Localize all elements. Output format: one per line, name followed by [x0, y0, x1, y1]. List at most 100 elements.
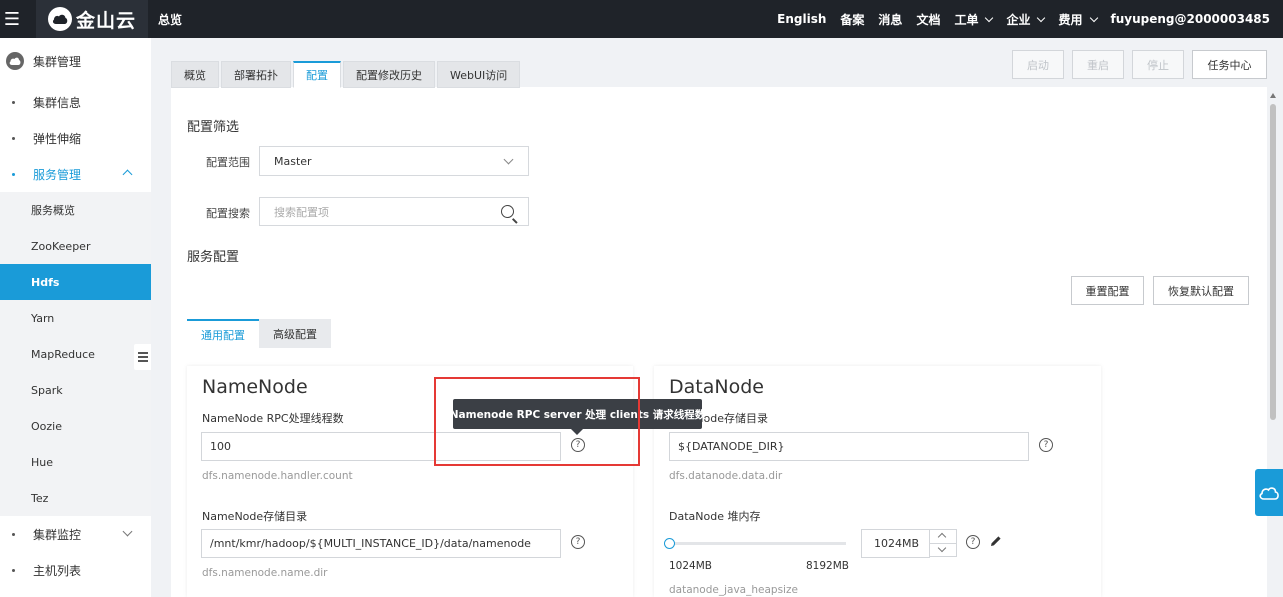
reset-config-button[interactable]: 重置配置: [1071, 276, 1144, 305]
heap-size-input[interactable]: 1024MB: [861, 529, 930, 558]
edit-icon[interactable]: [990, 535, 1002, 547]
sidebar-subitem-hue[interactable]: Hue: [0, 444, 151, 480]
sidebar-header[interactable]: 集群管理: [0, 38, 151, 84]
sidebar-subitem-oozie[interactable]: Oozie: [0, 408, 151, 444]
tab-overview[interactable]: 概览: [171, 61, 219, 88]
heap-stepper[interactable]: [929, 529, 957, 557]
bullet-icon: [12, 137, 15, 140]
chevron-up-icon: [937, 532, 947, 542]
chevron-down-icon: [937, 543, 947, 553]
sidebar-item-label: 集群监控: [33, 527, 82, 542]
task-center-button[interactable]: 任务中心: [1192, 50, 1267, 79]
billing-label: 费用: [1058, 12, 1083, 27]
sidebar-collapse-toggle[interactable]: [134, 344, 151, 370]
tab-general-config[interactable]: 通用配置: [187, 319, 259, 348]
sidebar-subitem-hdfs[interactable]: Hdfs: [0, 264, 151, 300]
billing-menu[interactable]: 费用: [1051, 11, 1103, 28]
tab-topology[interactable]: 部署拓扑: [221, 61, 291, 88]
overview-link[interactable]: 总览: [158, 11, 182, 28]
sidebar-subitem-mapreduce[interactable]: MapReduce: [0, 336, 151, 372]
scope-select[interactable]: Master: [259, 146, 529, 176]
tab-config-history[interactable]: 配置修改历史: [343, 61, 435, 88]
sidebar-item-label: 服务管理: [33, 167, 82, 182]
scope-value: Master: [274, 154, 312, 168]
floating-support-button[interactable]: [1255, 469, 1283, 516]
tab-webui[interactable]: WebUI访问: [437, 61, 521, 88]
scroll-thumb[interactable]: [1270, 104, 1276, 420]
highlight-box: [434, 377, 640, 466]
sidebar-item-hosts[interactable]: 主机列表: [0, 552, 151, 588]
sidebar-item-label: 弹性伸缩: [33, 131, 82, 146]
restore-default-button[interactable]: 恢复默认配置: [1153, 276, 1249, 305]
namenode-handler-label: NameNode RPC处理线程数: [202, 412, 344, 425]
stop-button[interactable]: 停止: [1132, 50, 1184, 79]
filter-title: 配置筛选: [187, 120, 240, 135]
user-account[interactable]: fuyupeng@2000003485: [1104, 12, 1278, 26]
bullet-icon: [12, 533, 15, 536]
namenode-dir-input[interactable]: /mnt/kmr/hadoop/${MULTI_INSTANCE_ID}/dat…: [201, 529, 561, 558]
menu-icon[interactable]: ☰: [0, 0, 24, 38]
start-button[interactable]: 启动: [1012, 50, 1064, 79]
search-label: 配置搜索: [206, 207, 250, 220]
enterprise-menu[interactable]: 企业: [999, 11, 1051, 28]
sidebar-item-monitoring[interactable]: 集群监控: [0, 516, 151, 552]
enterprise-label: 企业: [1006, 12, 1031, 27]
search-placeholder: 搜索配置项: [274, 205, 329, 219]
cloud-icon: [1259, 486, 1279, 500]
chevron-down-icon: [985, 13, 994, 22]
service-actions: 启动 重启 停止 任务中心: [1012, 50, 1267, 79]
config-search-input[interactable]: 搜索配置项: [259, 197, 529, 226]
sidebar-subitem-spark[interactable]: Spark: [0, 372, 151, 408]
sidebar-subitem-overview[interactable]: 服务概览: [0, 192, 151, 228]
datanode-title: DataNode: [669, 376, 764, 398]
sidebar-item-cluster-info[interactable]: 集群信息: [0, 84, 151, 120]
top-bar: ☰ 金山云 总览 English 备案 消息 文档 工单 企业 费用 fuyup…: [0, 0, 1283, 38]
tickets-label: 工单: [954, 12, 979, 27]
chevron-down-icon: [1037, 13, 1046, 22]
slider-min-label: 1024MB: [669, 560, 712, 572]
sidebar-item-service-management[interactable]: 服务管理: [0, 156, 151, 192]
cluster-icon: [6, 52, 24, 70]
sidebar-item-scaling[interactable]: 弹性伸缩: [0, 120, 151, 156]
icp-link[interactable]: 备案: [833, 11, 871, 28]
brand-logo[interactable]: 金山云: [36, 0, 148, 38]
service-submenu: 服务概览 ZooKeeper Hdfs Yarn MapReduce Spark…: [0, 192, 151, 516]
tickets-menu[interactable]: 工单: [947, 11, 999, 28]
bullet-icon: [12, 101, 15, 104]
help-icon[interactable]: ?: [571, 535, 585, 549]
scrollbar[interactable]: [1268, 93, 1278, 597]
config-subtabs: 通用配置 高级配置: [187, 319, 331, 348]
sidebar-subitem-yarn[interactable]: Yarn: [0, 300, 151, 336]
sidebar-item-label: 主机列表: [33, 563, 82, 578]
bullet-icon: [12, 173, 15, 176]
help-icon[interactable]: ?: [966, 535, 980, 549]
help-icon[interactable]: ?: [1039, 438, 1053, 452]
stepper-up[interactable]: [930, 530, 956, 543]
chevron-down-icon: [1089, 13, 1098, 22]
brand-name: 金山云: [75, 9, 136, 32]
stepper-down[interactable]: [930, 543, 956, 556]
sidebar-subitem-tez[interactable]: Tez: [0, 480, 151, 516]
heap-slider-track[interactable]: [669, 542, 846, 545]
search-icon[interactable]: [501, 205, 514, 218]
service-tabs: 概览 部署拓扑 配置 配置修改历史 WebUI访问: [171, 61, 521, 88]
restart-button[interactable]: 重启: [1072, 50, 1124, 79]
cloud-logo-icon: [47, 7, 72, 31]
namenode-dir-prop: dfs.namenode.name.dir: [202, 567, 328, 579]
datanode-dir-input[interactable]: ${DATANODE_DIR}: [669, 432, 1029, 461]
scope-label: 配置范围: [206, 156, 250, 169]
datanode-heap-prop: datanode_java_heapsize: [669, 584, 798, 596]
lang-link[interactable]: English: [770, 12, 833, 26]
heap-slider-handle[interactable]: [664, 538, 675, 549]
sidebar-item-label: 集群信息: [33, 95, 82, 110]
tab-config[interactable]: 配置: [293, 61, 341, 88]
docs-link[interactable]: 文档: [909, 11, 947, 28]
datanode-heap-label: DataNode 堆内存: [669, 510, 761, 523]
sidebar-subitem-zookeeper[interactable]: ZooKeeper: [0, 228, 151, 264]
tab-advanced-config[interactable]: 高级配置: [259, 319, 331, 348]
service-config-title: 服务配置: [187, 250, 240, 265]
scroll-up-icon[interactable]: [1270, 93, 1276, 98]
sidebar: 集群管理 集群信息 弹性伸缩 服务管理 服务概览 ZooKeeper Hdfs …: [0, 38, 151, 597]
datanode-dir-prop: dfs.datanode.data.dir: [669, 470, 783, 482]
messages-link[interactable]: 消息: [871, 11, 909, 28]
